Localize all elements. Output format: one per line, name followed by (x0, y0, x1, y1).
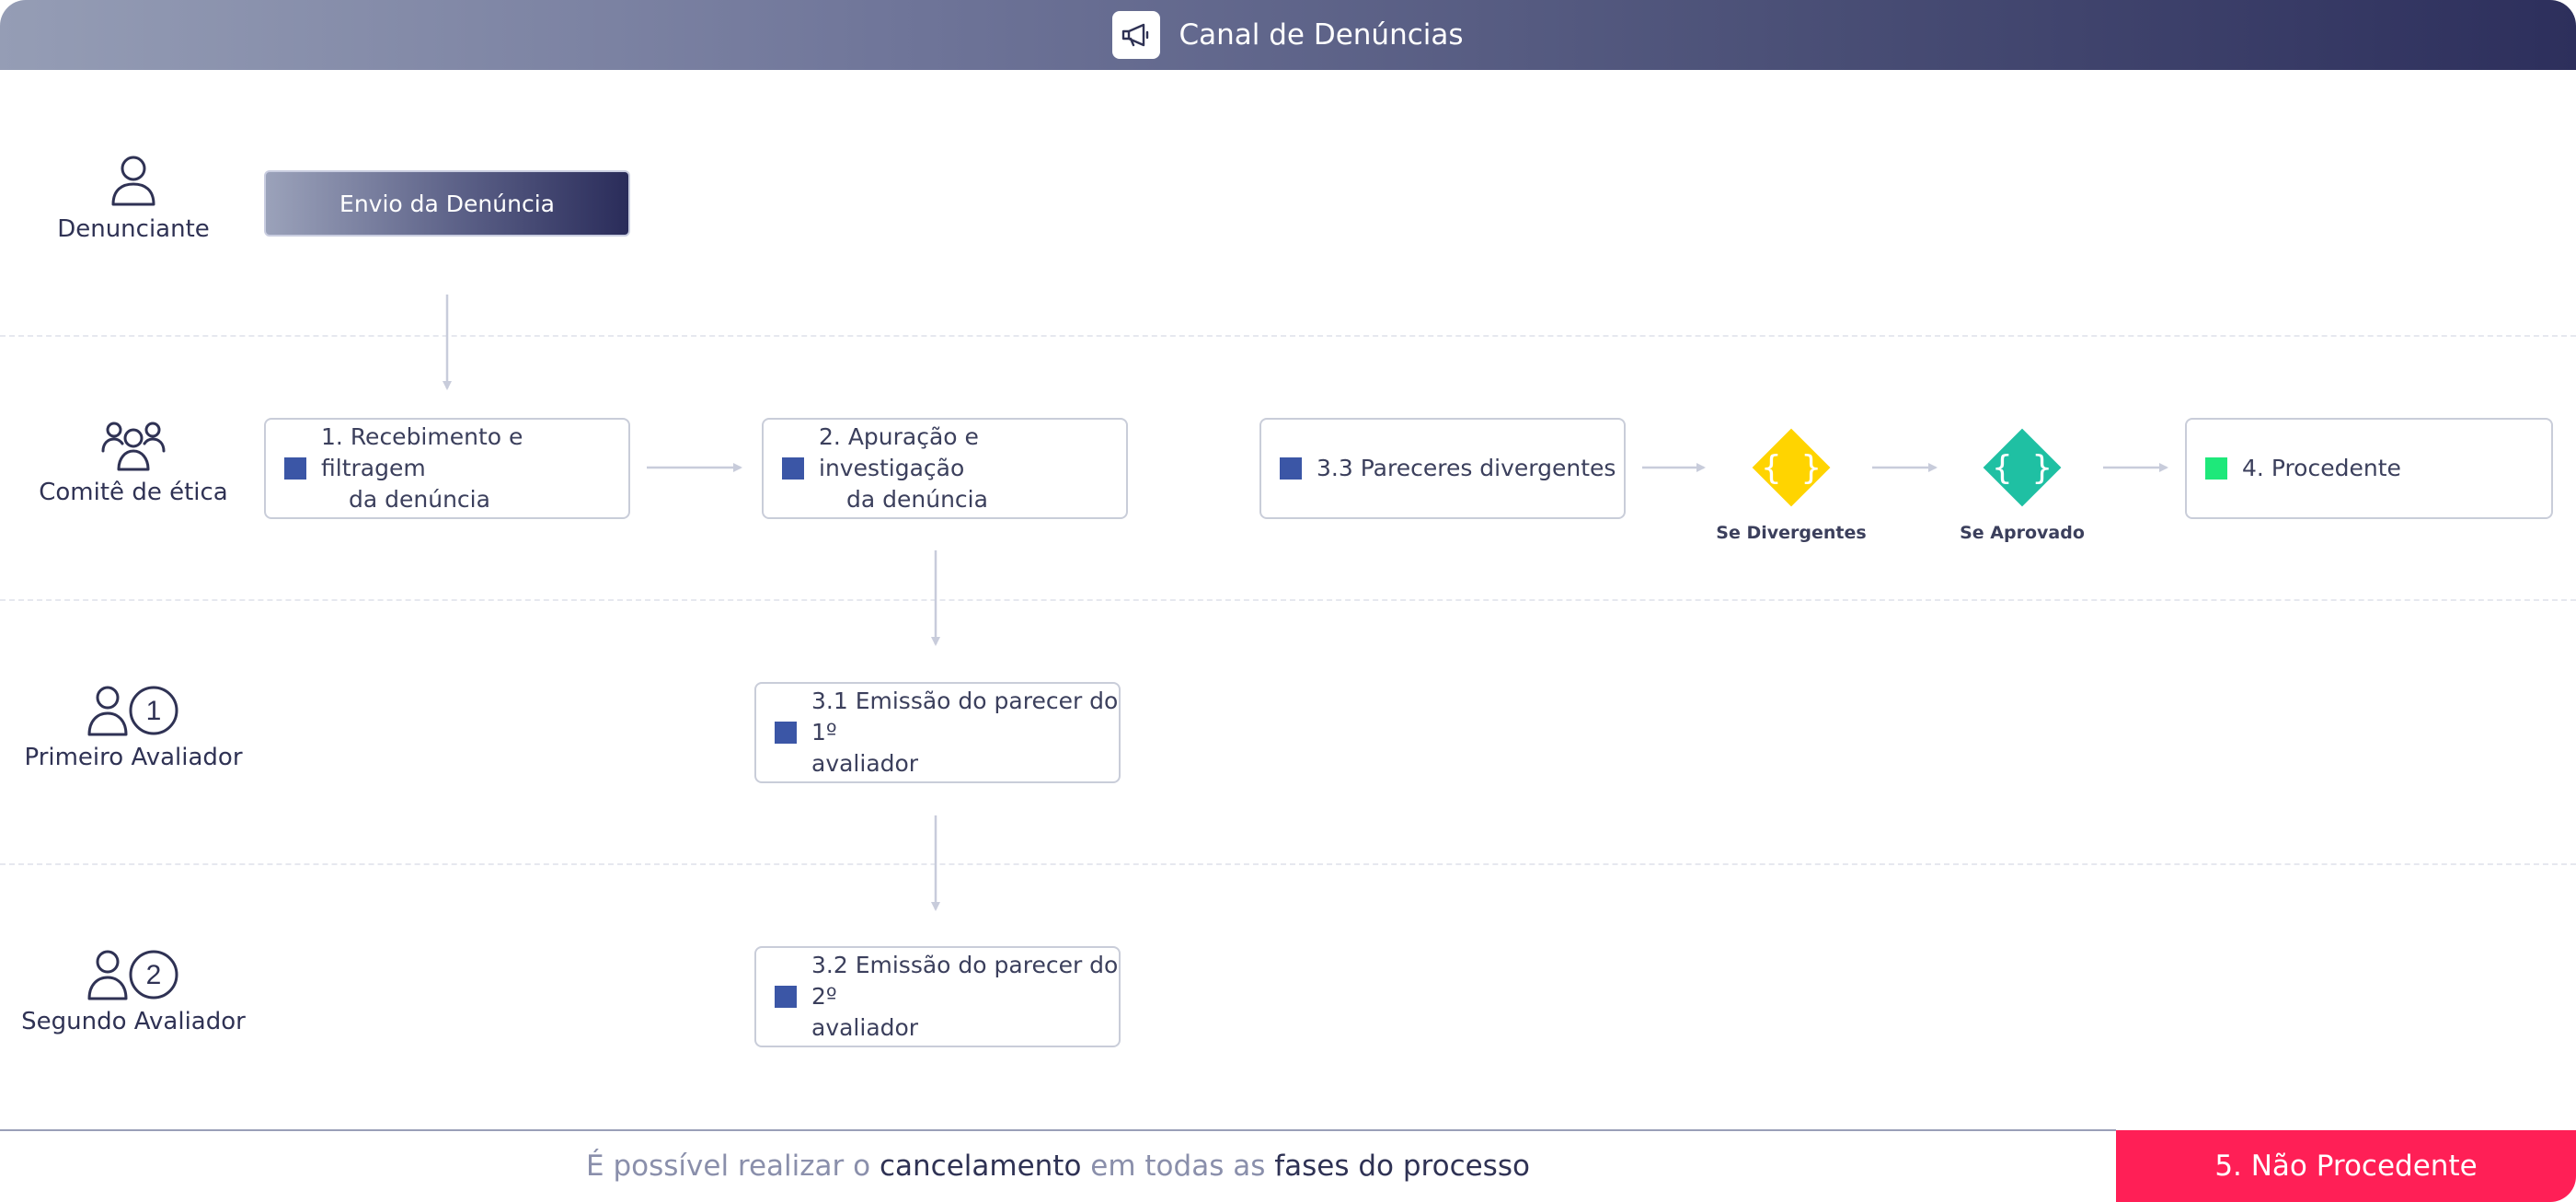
nao-procedente-label: 5. Não Procedente (2214, 1150, 2478, 1183)
gateway-label-aprovado: Se Aprovado (1960, 523, 2085, 543)
task-label-line1: Recebimento e filtragem (321, 423, 523, 481)
task-label-line2: da denúncia (349, 486, 490, 513)
task-label-line1: 3.2 Emissão do parecer do 2º (811, 952, 1119, 1010)
person-icon (111, 156, 155, 206)
lane-label: Segundo Avaliador (21, 1008, 246, 1035)
task-label-line2: da denúncia (846, 486, 988, 513)
gateway-divergentes: { } (1752, 428, 1831, 507)
megaphone-icon (1112, 11, 1161, 59)
footer-text-part2: cancelamento (879, 1150, 1082, 1183)
task-marker-success (2205, 457, 2227, 480)
group-icon (101, 422, 166, 471)
task-label-line1: 3.1 Emissão do parecer do 1º (811, 688, 1119, 745)
task-parecer-1[interactable]: 3.1 Emissão do parecer do 1º avaliador (754, 682, 1121, 783)
person-two-icon: 2 (87, 950, 178, 1000)
task-recebimento[interactable]: 1. Recebimento e filtragem da denúncia (264, 418, 630, 519)
task-apuracao[interactable]: 2. Apuração e investigação da denúncia (762, 418, 1128, 519)
lane-actor-denunciante: Denunciante (0, 153, 267, 243)
task-marker (284, 457, 306, 480)
lane-divider (0, 599, 2576, 601)
braces-icon: { } (1992, 449, 2052, 487)
badge-number: 1 (146, 696, 162, 726)
footer-text-part3: em todas as (1090, 1150, 1266, 1183)
task-pareceres-divergentes[interactable]: 3.3 Pareceres divergentes (1259, 418, 1626, 519)
gateway-aprovado: { } (1983, 428, 2062, 507)
header-bar: Canal de Denúncias (0, 0, 2576, 70)
lane-actor-comite: Comitê de ética (0, 420, 267, 506)
page-title: Canal de Denúncias (1179, 18, 1464, 52)
task-label-line2: avaliador (811, 1014, 919, 1041)
lane-label: Denunciante (57, 215, 210, 243)
task-marker (775, 722, 797, 744)
lane-label: Comitê de ética (39, 479, 228, 506)
start-label: Envio da Denúncia (339, 190, 555, 217)
task-parecer-2[interactable]: 3.2 Emissão do parecer do 2º avaliador (754, 946, 1121, 1047)
lane-actor-primeiro: 1 Primeiro Avaliador (0, 683, 267, 771)
lane-divider (0, 863, 2576, 865)
task-label-line1: Apuração e investigação (819, 423, 979, 481)
task-number: 1. (321, 423, 343, 450)
task-procedente[interactable]: 4. Procedente (2185, 418, 2553, 519)
task-number: 2. (819, 423, 841, 450)
footer-text-part4: fases do processo (1274, 1150, 1530, 1183)
nao-procedente-button[interactable]: 5. Não Procedente (2116, 1130, 2576, 1202)
badge-number: 2 (146, 960, 162, 990)
task-marker (1280, 457, 1302, 480)
lane-actor-segundo: 2 Segundo Avaliador (0, 947, 267, 1035)
person-one-icon: 1 (87, 686, 178, 736)
lane-divider (0, 335, 2576, 337)
braces-icon: { } (1761, 449, 1821, 487)
task-number: 4. (2242, 455, 2264, 481)
gateway-label-divergentes: Se Divergentes (1716, 523, 1867, 543)
task-label-line2: avaliador (811, 750, 919, 777)
start-envio-denuncia[interactable]: Envio da Denúncia (264, 170, 630, 237)
task-label: 3.3 Pareceres divergentes (1317, 455, 1616, 481)
task-label: Procedente (2271, 455, 2401, 481)
footer-note: É possível realizar o cancelamento em to… (0, 1130, 2116, 1202)
task-marker (782, 457, 804, 480)
footer-text-part1: É possível realizar o (586, 1150, 871, 1183)
lane-label: Primeiro Avaliador (24, 744, 243, 771)
task-marker (775, 986, 797, 1008)
